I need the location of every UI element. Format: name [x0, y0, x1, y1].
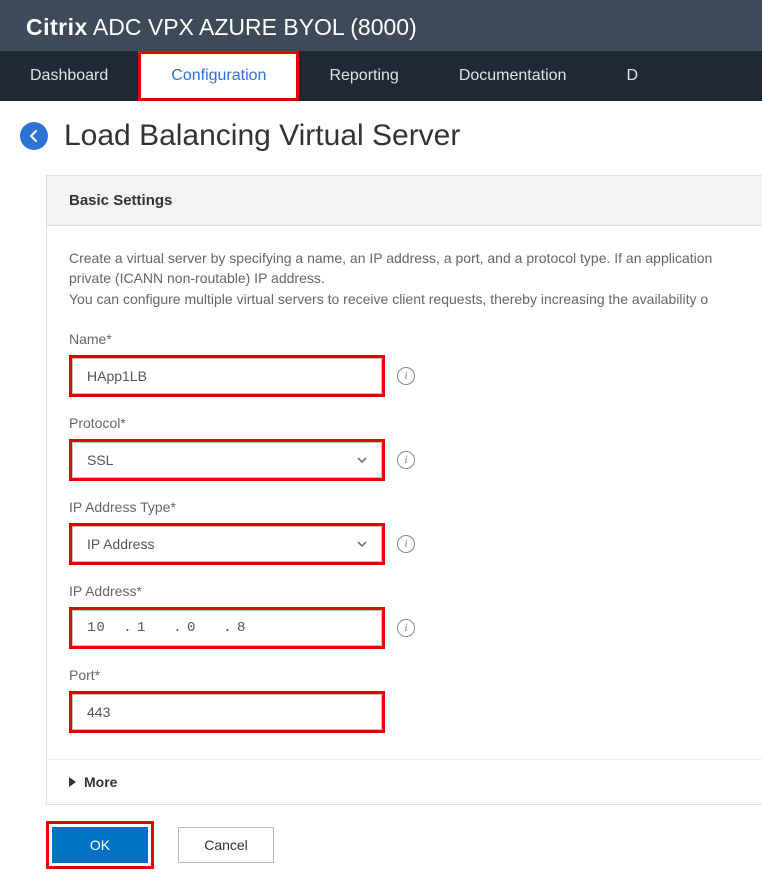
- info-icon[interactable]: i: [397, 367, 415, 385]
- brand-name: Citrix: [26, 14, 88, 40]
- port-input[interactable]: [72, 694, 382, 730]
- nav-reporting[interactable]: Reporting: [299, 51, 428, 101]
- cancel-button[interactable]: Cancel: [178, 827, 274, 863]
- port-label: Port*: [69, 667, 740, 683]
- field-ip-address: IP Address* 10 . 1 . 0 . 8 i: [69, 583, 740, 649]
- protocol-value: SSL: [87, 452, 113, 468]
- nav-configuration[interactable]: Configuration: [138, 51, 299, 101]
- desc-line: private (ICANN non-routable) IP address.: [69, 268, 740, 288]
- page-header: Load Balancing Virtual Server: [0, 101, 762, 175]
- field-protocol: Protocol* SSL i: [69, 415, 740, 481]
- panel-heading: Basic Settings: [47, 176, 762, 226]
- ip-type-value: IP Address: [87, 536, 154, 552]
- button-row: OK Cancel: [0, 805, 762, 887]
- product-name: ADC VPX AZURE BYOL (8000): [93, 14, 417, 40]
- desc-line: You can configure multiple virtual serve…: [69, 289, 740, 309]
- field-name: Name* i: [69, 331, 740, 397]
- ip-address-label: IP Address*: [69, 583, 740, 599]
- field-port: Port*: [69, 667, 740, 733]
- arrow-left-icon: [26, 128, 42, 144]
- ip-address-input[interactable]: 10 . 1 . 0 . 8: [72, 610, 382, 646]
- back-button[interactable]: [20, 122, 48, 150]
- caret-right-icon: [69, 777, 76, 787]
- nav-dashboard[interactable]: Dashboard: [0, 51, 138, 101]
- top-bar: Citrix ADC VPX AZURE BYOL (8000): [0, 0, 762, 51]
- info-icon[interactable]: i: [397, 535, 415, 553]
- chevron-down-icon: [355, 537, 369, 551]
- page-title: Load Balancing Virtual Server: [64, 119, 460, 153]
- ip-type-select[interactable]: IP Address: [72, 526, 382, 562]
- more-label: More: [84, 774, 117, 790]
- ip-octet-3[interactable]: 0: [187, 620, 219, 636]
- panel-description: Create a virtual server by specifying a …: [69, 248, 740, 309]
- field-ip-type: IP Address Type* IP Address i: [69, 499, 740, 565]
- more-toggle[interactable]: More: [47, 759, 762, 804]
- info-icon[interactable]: i: [397, 451, 415, 469]
- ip-octet-2[interactable]: 1: [137, 620, 169, 636]
- chevron-down-icon: [355, 453, 369, 467]
- desc-line: Create a virtual server by specifying a …: [69, 248, 740, 268]
- name-input[interactable]: [72, 358, 382, 394]
- nav-documentation[interactable]: Documentation: [429, 51, 597, 101]
- name-label: Name*: [69, 331, 740, 347]
- protocol-select[interactable]: SSL: [72, 442, 382, 478]
- ip-type-label: IP Address Type*: [69, 499, 740, 515]
- ok-button[interactable]: OK: [52, 827, 148, 863]
- basic-settings-panel: Basic Settings Create a virtual server b…: [46, 175, 762, 805]
- ip-octet-1[interactable]: 10: [87, 620, 119, 636]
- ip-octet-4[interactable]: 8: [237, 620, 269, 636]
- nav-bar: Dashboard Configuration Reporting Docume…: [0, 51, 762, 101]
- protocol-label: Protocol*: [69, 415, 740, 431]
- nav-overflow[interactable]: D: [596, 51, 648, 101]
- info-icon[interactable]: i: [397, 619, 415, 637]
